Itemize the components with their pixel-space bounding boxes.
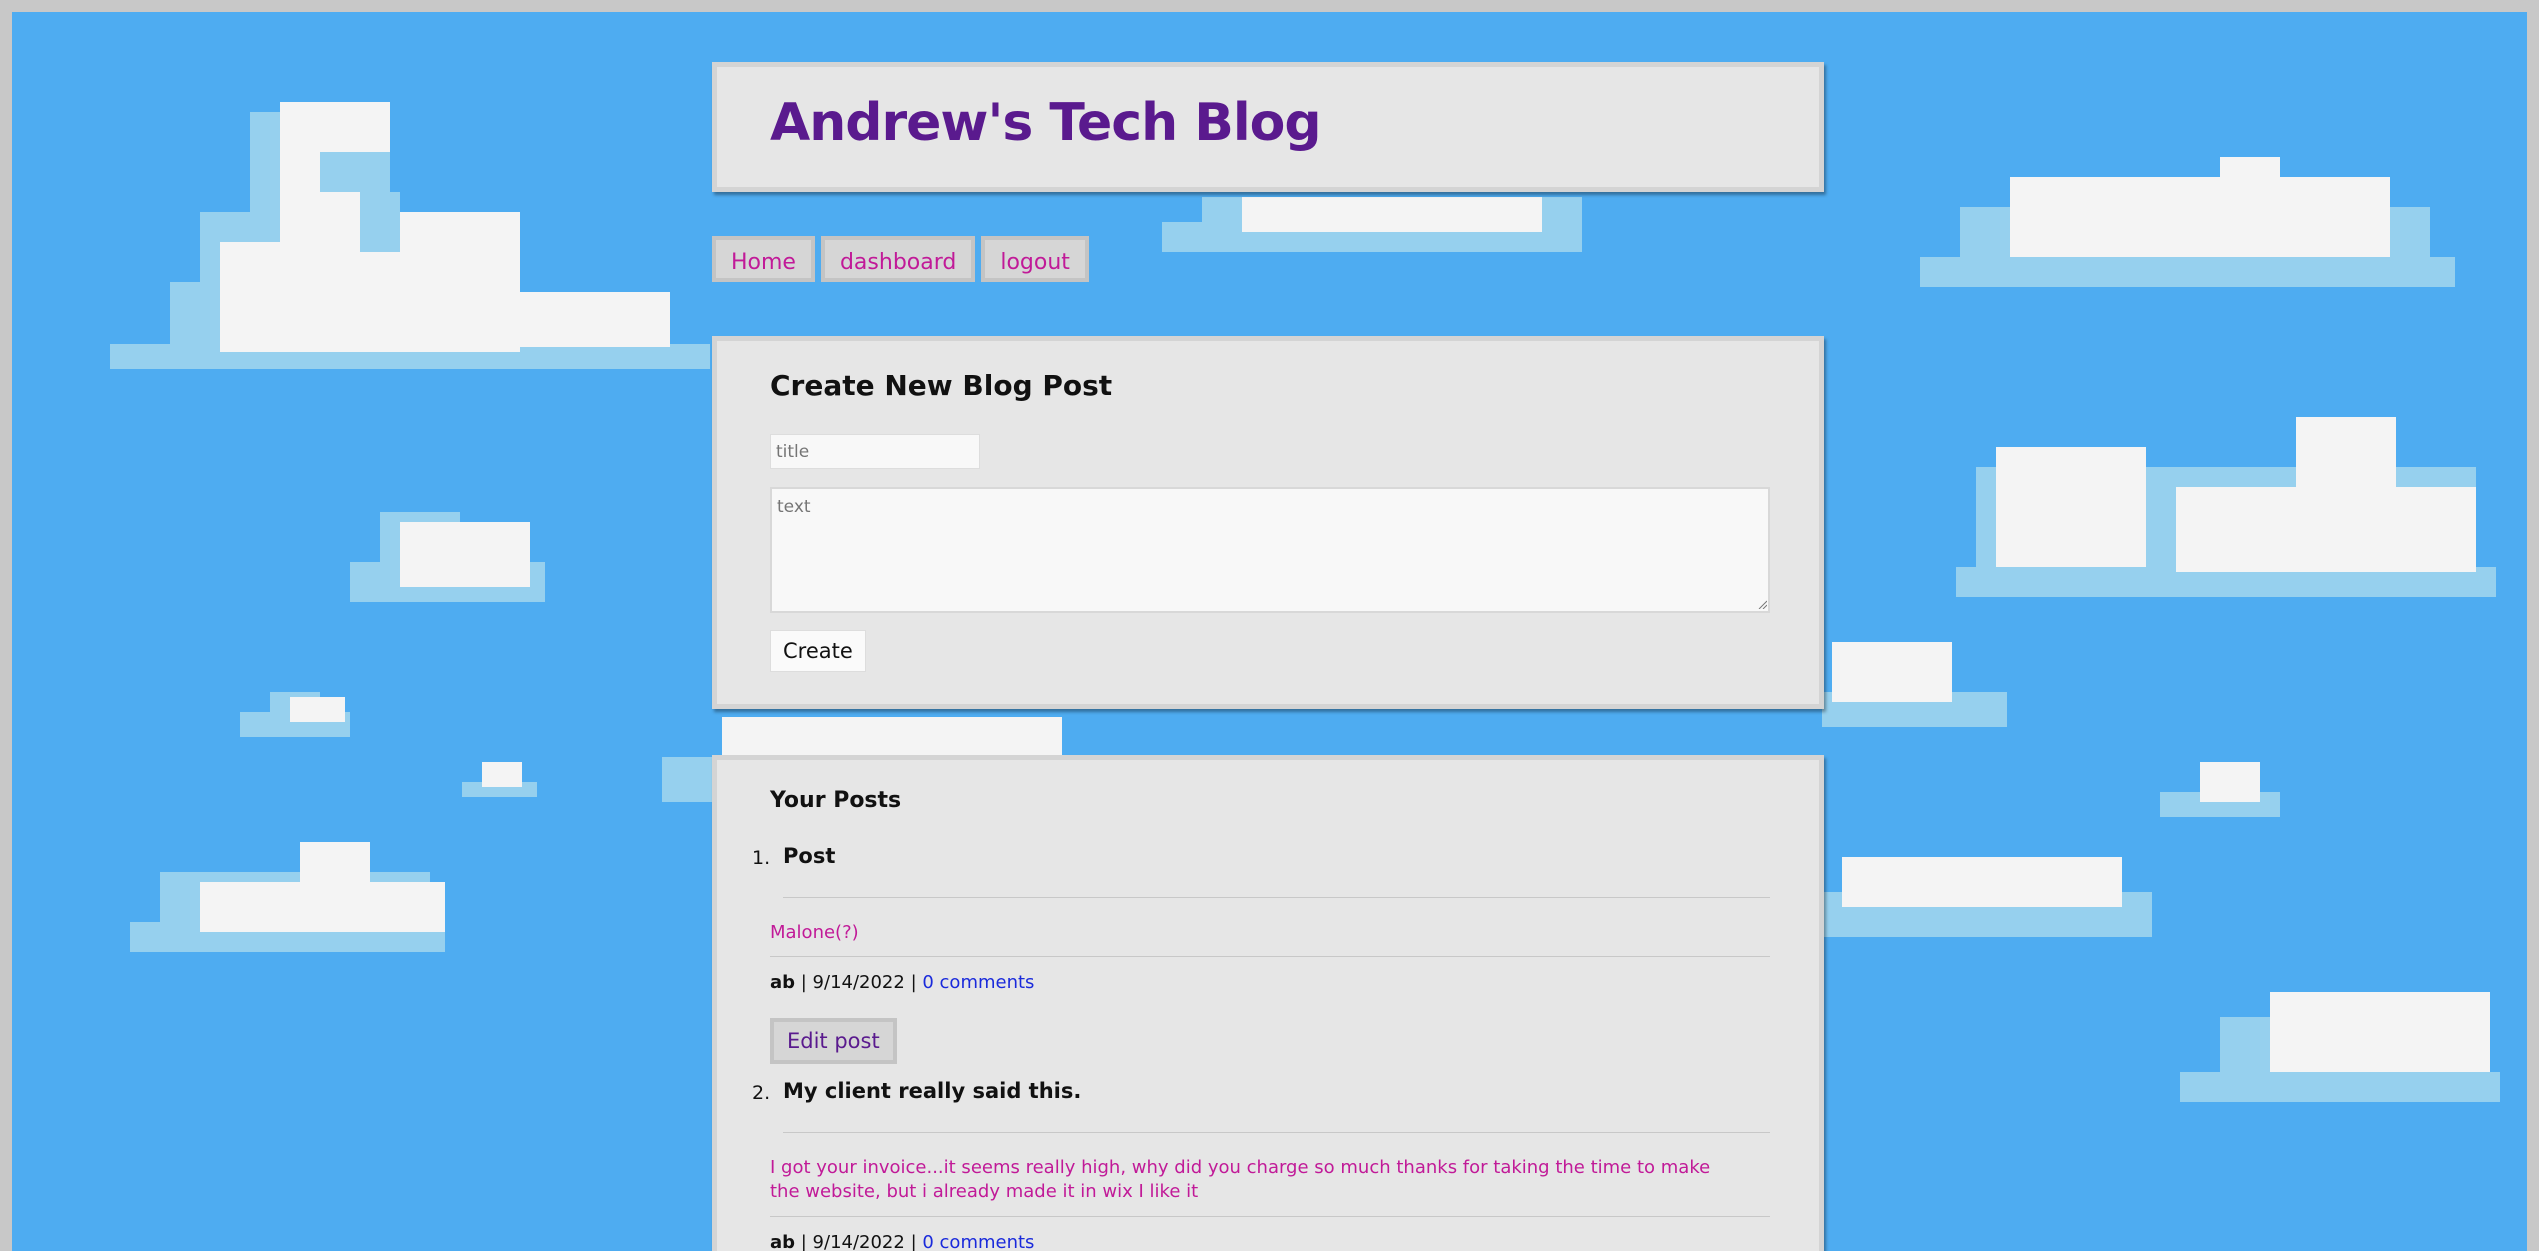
main-nav: Home dashboard logout	[712, 236, 1089, 282]
post-number: 1.	[752, 847, 771, 869]
your-posts-panel: Your Posts 1. Post Malone(?) ab | 9/14/2…	[712, 755, 1824, 1251]
create-post-panel: Create New Blog Post Create	[712, 336, 1824, 709]
post-author: ab	[770, 1232, 796, 1251]
nav-logout-link[interactable]: logout	[981, 236, 1089, 282]
cloud-small-left	[350, 512, 545, 602]
meta-separator: |	[904, 972, 923, 993]
cloud-tiny-left-2	[462, 762, 537, 797]
edit-post-button[interactable]: Edit post	[770, 1018, 897, 1064]
cloud-top-right	[1920, 157, 2455, 287]
cloud-large-left	[110, 102, 710, 369]
cloud-right-center-2	[1822, 857, 2152, 937]
site-title: Andrew's Tech Blog	[770, 93, 1322, 153]
create-button[interactable]: Create	[770, 630, 866, 672]
cloud-right-center-1	[1822, 642, 2007, 727]
post-divider	[783, 897, 1770, 898]
post-date: 9/14/2022	[812, 1232, 905, 1251]
create-post-heading: Create New Blog Post	[770, 369, 1113, 402]
meta-separator: |	[795, 972, 813, 993]
cloud-lower-left	[130, 842, 445, 952]
nav-dashboard-link[interactable]: dashboard	[820, 236, 976, 282]
post-divider	[770, 1216, 1770, 1217]
post-title: My client really said this.	[783, 1079, 1082, 1103]
post-meta: ab | 9/14/2022 | 0 comments	[770, 1232, 1034, 1251]
meta-separator: |	[904, 1232, 923, 1251]
cloud-mid-right	[1956, 417, 2496, 597]
post-date: 9/14/2022	[812, 972, 905, 993]
post-body: Malone(?)	[770, 922, 859, 943]
post-body: I got your invoice...it seems really hig…	[770, 1157, 1711, 1202]
post-meta: ab | 9/14/2022 | 0 comments	[770, 972, 1034, 993]
post-comments-link[interactable]: 0 comments	[922, 1232, 1034, 1251]
your-posts-heading: Your Posts	[770, 788, 902, 813]
cloud-tiny-left	[240, 692, 350, 737]
post-number: 2.	[752, 1082, 771, 1104]
nav-home-link[interactable]: Home	[712, 236, 815, 282]
page-background: Andrew's Tech Blog Home dashboard logout…	[12, 12, 2527, 1251]
post-text-input[interactable]	[770, 487, 1770, 613]
post-divider	[770, 956, 1770, 957]
cloud-small-right	[2160, 762, 2280, 817]
post-comments-link[interactable]: 0 comments	[922, 972, 1034, 993]
cloud-lower-right	[2180, 992, 2500, 1102]
post-title-input[interactable]	[770, 434, 980, 469]
post-title: Post	[783, 844, 836, 868]
post-divider	[783, 1132, 1770, 1133]
site-header: Andrew's Tech Blog	[712, 62, 1824, 192]
post-author: ab	[770, 972, 796, 993]
resize-grip-icon[interactable]	[1757, 599, 1767, 609]
meta-separator: |	[795, 1232, 813, 1251]
